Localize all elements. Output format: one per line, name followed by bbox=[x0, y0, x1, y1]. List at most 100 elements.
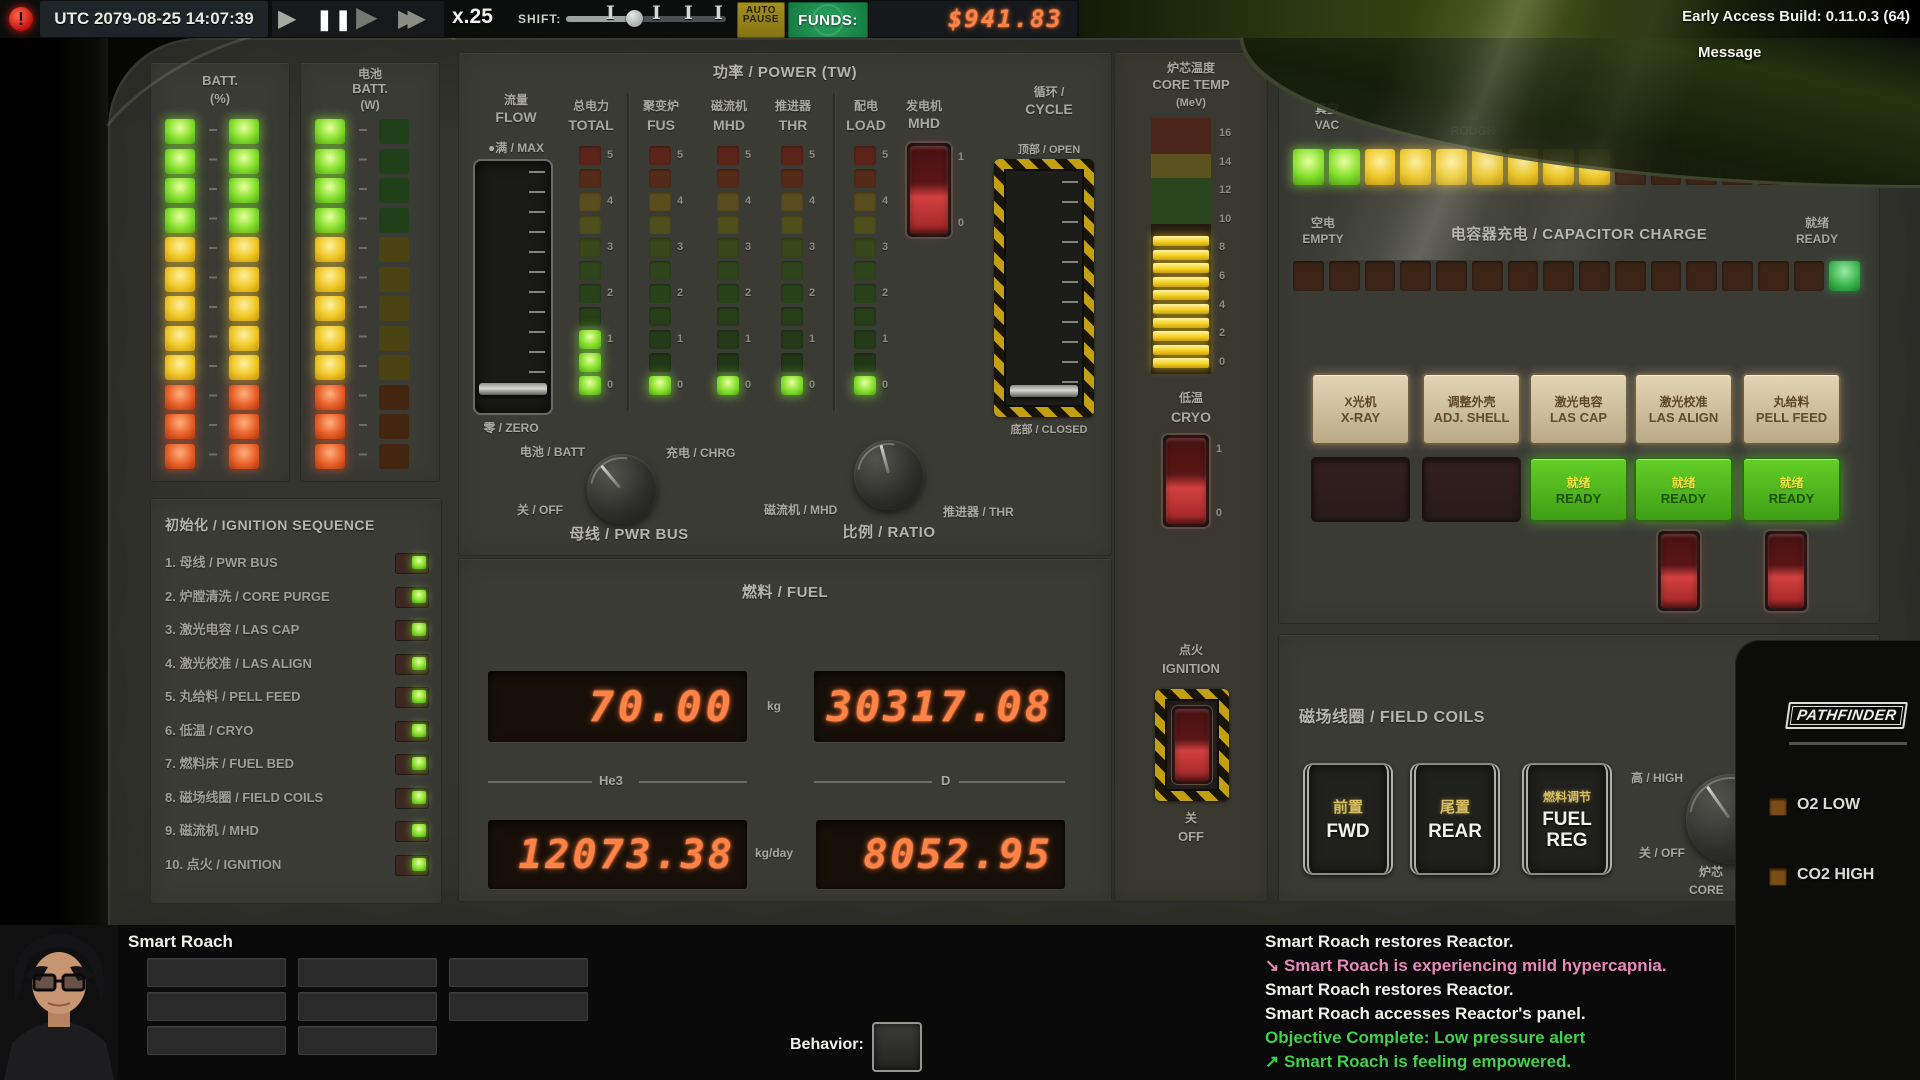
co2-high-indicator bbox=[1769, 868, 1787, 886]
battery-led bbox=[315, 296, 345, 321]
he3-rate-display: 12073.38 bbox=[488, 820, 747, 889]
gauge-led bbox=[579, 353, 601, 372]
ignition-item-led-well bbox=[395, 854, 429, 876]
gauge-tick: 2 bbox=[809, 287, 816, 299]
shift-tick-icon[interactable]: I bbox=[652, 2, 661, 24]
ignition-sequence-item: 10. 点火 / IGNITION bbox=[165, 854, 429, 881]
gauge-led bbox=[579, 146, 601, 165]
battery-led bbox=[379, 384, 409, 410]
ready-button[interactable]: 就绪 READY bbox=[1742, 457, 1841, 522]
mhd-generator-switch[interactable]: 1 0 bbox=[905, 141, 964, 239]
he3-label: He3 bbox=[599, 773, 623, 788]
alert-icon[interactable]: ! bbox=[4, 2, 38, 36]
indicator-button-x-ray[interactable]: X光机 X-RAY bbox=[1311, 373, 1410, 445]
field-coil-button-fuel-reg[interactable]: 燃料调节 FUEL REG bbox=[1522, 763, 1612, 875]
field-coil-label: FWD bbox=[1326, 821, 1370, 842]
cycle-slider[interactable] bbox=[1004, 169, 1084, 407]
gauge-led bbox=[717, 192, 739, 211]
battery-power-panel: 电池 BATT. (W) bbox=[300, 62, 440, 483]
blank-indicator-button[interactable] bbox=[1422, 457, 1521, 522]
ready-button[interactable]: 就绪 READY bbox=[1634, 457, 1733, 522]
he3-rate: 12073.38 bbox=[518, 831, 735, 878]
core-temp-tick: 16 bbox=[1219, 127, 1232, 139]
battery-led bbox=[165, 237, 195, 262]
aux-switch-2[interactable] bbox=[1763, 529, 1809, 613]
core-temp-led bbox=[1153, 317, 1209, 328]
batt1-subtitle: (%) bbox=[209, 91, 231, 106]
ignition-switch[interactable] bbox=[1171, 705, 1213, 785]
build-version: Early Access Build: 0.11.0.3 (64) bbox=[1682, 8, 1910, 25]
blank-indicator-button[interactable] bbox=[1311, 457, 1410, 522]
aux-switch-1[interactable] bbox=[1656, 529, 1702, 613]
core-temp-tick: 0 bbox=[1219, 355, 1226, 368]
field-coil-label-cn: 尾置 bbox=[1439, 799, 1470, 816]
ignition-item-label: 9. 磁流机 / MHD bbox=[165, 823, 259, 838]
gauge-led bbox=[781, 307, 803, 326]
gauge-led bbox=[854, 284, 876, 303]
fuel-rate-unit: kg/day bbox=[755, 846, 794, 860]
indicator-button-las-align[interactable]: 激光校准 LAS ALIGN bbox=[1634, 373, 1733, 445]
shift-slider-knob[interactable] bbox=[626, 10, 643, 27]
funds-button[interactable]: FUNDS: bbox=[788, 2, 868, 38]
gauge-tick: 1 bbox=[677, 333, 684, 345]
fastest-forward-button[interactable]: ▶▶ bbox=[398, 0, 426, 38]
funds-amount: $941.83 bbox=[947, 5, 1063, 33]
indicator-button-las-cap[interactable]: 激光电容 LAS CAP bbox=[1529, 373, 1628, 445]
ignition-item-led bbox=[412, 556, 426, 569]
gauge-led bbox=[649, 307, 671, 326]
ignition-switch-label-cn: 点火 bbox=[1178, 643, 1203, 657]
auto-pause-toggle[interactable]: AUTO PAUSE bbox=[737, 2, 785, 38]
gauge-led bbox=[649, 376, 671, 395]
play-button[interactable]: ▶ bbox=[278, 0, 296, 38]
gauge-led bbox=[781, 353, 803, 372]
ready-button[interactable]: 就绪 READY bbox=[1529, 457, 1628, 522]
batt2-title: BATT. bbox=[352, 81, 388, 96]
ignition-sequence-item: 2. 炉膛清洗 / CORE PURGE bbox=[165, 586, 429, 613]
pause-button[interactable]: ❚❚ bbox=[316, 1, 354, 39]
cycle-label-cn: 循环 / bbox=[1033, 85, 1065, 99]
divider bbox=[627, 93, 629, 411]
indicator-button-adj-shell[interactable]: 调整外壳 ADJ. SHELL bbox=[1422, 373, 1521, 445]
battery-led bbox=[165, 414, 195, 439]
battery-led bbox=[229, 237, 259, 262]
ignition-sequence-item: 9. 磁流机 / MHD bbox=[165, 821, 429, 847]
ignition-sequence-panel: 初始化 / IGNITION SEQUENCE 1. 母线 / PWR BUS 2… bbox=[150, 498, 442, 904]
shift-tick-icon[interactable]: I bbox=[714, 2, 723, 24]
battery-led bbox=[315, 266, 345, 292]
indicator-label: PELL FEED bbox=[1755, 410, 1828, 425]
he3-amount-display: 70.00 bbox=[488, 671, 747, 742]
field-coil-button-rear[interactable]: 尾置 REAR bbox=[1410, 763, 1500, 875]
ratio-knob[interactable] bbox=[854, 440, 924, 510]
field-coil-button-fwd[interactable]: 前置 FWD bbox=[1303, 763, 1393, 875]
d-rate-display: 8052.95 bbox=[816, 820, 1065, 889]
gauge-tick: 4 bbox=[745, 195, 752, 207]
ignition-item-led-well bbox=[395, 720, 429, 742]
battery-led bbox=[315, 443, 345, 469]
gauge-led bbox=[579, 307, 601, 326]
indicator-button-pell-feed[interactable]: 丸给料 PELL FEED bbox=[1742, 373, 1841, 445]
fast-forward-button[interactable]: ▶ bbox=[356, 0, 378, 36]
gauge-led bbox=[649, 192, 671, 211]
ignition-item-label: 2. 炉膛清洗 / CORE PURGE bbox=[165, 588, 330, 604]
battery-led bbox=[165, 266, 195, 292]
battery-led bbox=[379, 148, 409, 174]
ignition-item-label: 3. 激光电容 / LAS CAP bbox=[165, 622, 300, 637]
shift-tick-icon[interactable]: I bbox=[606, 2, 615, 24]
cycle-slider-handle[interactable] bbox=[1010, 385, 1078, 397]
utc-time: UTC 2079-08-25 14:07:39 bbox=[54, 9, 254, 28]
ignition-sequence-item: 1. 母线 / PWR BUS bbox=[165, 553, 429, 579]
pwr-bus-knob[interactable] bbox=[587, 454, 657, 524]
core-temp-led bbox=[1153, 290, 1209, 301]
shift-tick-icon[interactable]: I bbox=[684, 2, 693, 24]
gauge-tick: 0 bbox=[677, 379, 684, 391]
battery-led bbox=[379, 355, 409, 380]
ignition-sequence-item: 6. 低温 / CRYO bbox=[165, 720, 429, 747]
core-temp-tick: 4 bbox=[1219, 298, 1226, 311]
funds-display: $941.83 bbox=[869, 1, 1077, 37]
cryo-switch[interactable]: 1 0 bbox=[1161, 433, 1222, 529]
gauge-tick: 5 bbox=[809, 149, 816, 161]
log-line: Smart Roach restores Reactor. bbox=[1265, 980, 1514, 999]
message-label: Message bbox=[1698, 44, 1762, 61]
battery-led bbox=[229, 148, 259, 174]
battery-led bbox=[229, 355, 259, 380]
